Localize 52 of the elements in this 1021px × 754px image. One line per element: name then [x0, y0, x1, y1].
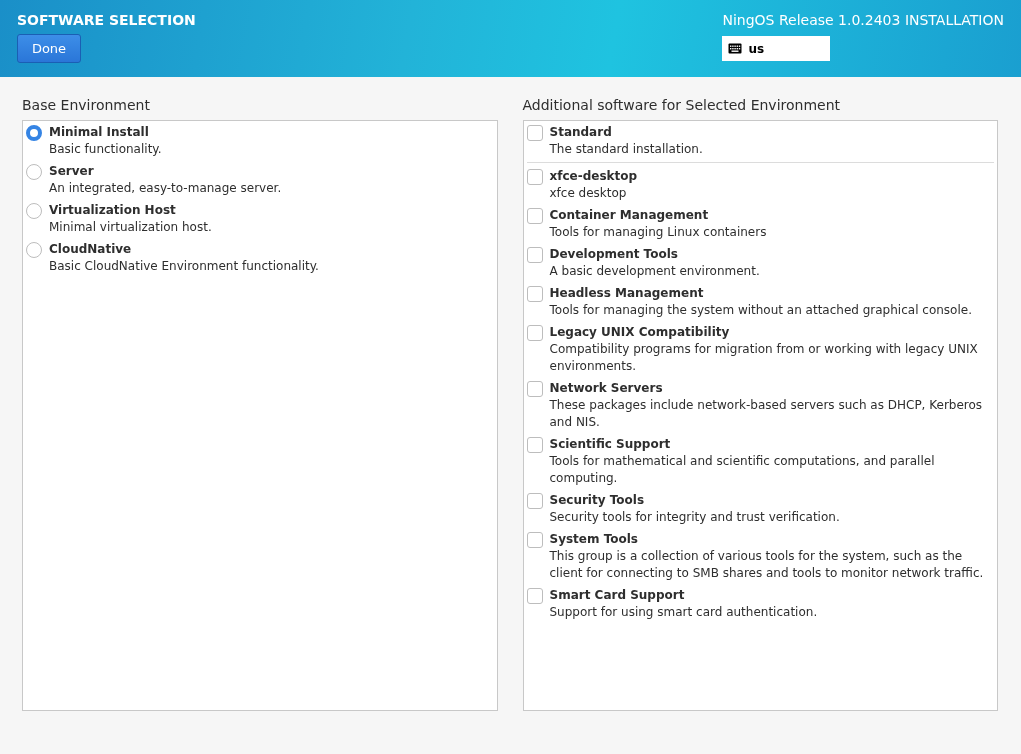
addon-name: System Tools — [549, 531, 639, 547]
radio-button[interactable] — [26, 164, 42, 180]
addon-description: The standard installation. — [549, 141, 703, 158]
addon-description: A basic development environment. — [549, 263, 760, 280]
radio-button[interactable] — [26, 203, 42, 219]
radio-button[interactable] — [26, 125, 42, 141]
page-title: SOFTWARE SELECTION — [17, 12, 196, 28]
addon-description: Tools for mathematical and scientific computations, and parallel computing. — [549, 453, 936, 487]
environment-description: An integrated, easy-to-manage server. — [49, 180, 282, 197]
addon-name: xfce-desktop — [549, 168, 638, 184]
environment-name: Minimal Install — [49, 124, 150, 140]
checkbox[interactable] — [526, 169, 543, 185]
product-title: NingOS Release 1.0.2403 INSTALLATION — [722, 12, 1004, 28]
checkbox[interactable] — [526, 437, 543, 453]
addon-name: Smart Card Support — [549, 587, 686, 603]
done-button[interactable]: Done — [17, 34, 81, 63]
addon-description: Security tools for integrity and trust verification. — [549, 509, 840, 526]
keyboard-layout-indicator[interactable]: us — [722, 36, 831, 61]
addon-description: These packages include network-based servers such as DHCP, Kerberos and NIS. — [549, 397, 984, 431]
environment-name: Server — [49, 163, 95, 179]
environment-description: Basic CloudNative Environment functionality. — [49, 258, 319, 275]
environment-description: Basic functionality. — [49, 141, 162, 158]
environment-name: CloudNative — [49, 241, 133, 257]
checkbox[interactable] — [526, 325, 543, 341]
addon-description: Tools for managing the system without an attached graphical console. — [549, 302, 972, 319]
section-heading: Base Environment — [22, 97, 151, 113]
addon-description: This group is a collection of various tools for the system, such as the client for connecting to SMB shares and tools to monitor network traffic. — [549, 548, 985, 582]
addon-name: Legacy UNIX Compatibility — [549, 324, 731, 340]
checkbox[interactable] — [526, 286, 543, 302]
addon-description: xfce desktop — [549, 185, 628, 202]
addon-description: Support for using smart card authentication. — [549, 604, 818, 621]
checkbox[interactable] — [526, 247, 543, 263]
addon-name: Standard — [549, 124, 613, 140]
addon-description: Tools for managing Linux containers — [549, 224, 767, 241]
checkbox[interactable] — [526, 493, 543, 509]
addon-name: Container Management — [549, 207, 710, 223]
environment-description: Minimal virtualization host. — [49, 219, 212, 236]
checkbox[interactable] — [526, 532, 543, 548]
addon-name: Headless Management — [549, 285, 705, 301]
environment-name: Virtualization Host — [49, 202, 177, 218]
addon-name: Network Servers — [549, 380, 664, 396]
section-heading: Additional software for Selected Environment — [522, 97, 842, 113]
checkbox[interactable] — [526, 208, 543, 224]
addon-name: Security Tools — [549, 492, 646, 508]
keyboard-icon — [728, 43, 743, 54]
checkbox[interactable] — [526, 588, 543, 604]
addon-name: Scientific Support — [549, 436, 672, 452]
addon-name: Development Tools — [549, 246, 679, 262]
radio-button[interactable] — [26, 242, 42, 258]
checkbox[interactable] — [526, 381, 543, 397]
checkbox[interactable] — [526, 125, 543, 141]
addon-description: Compatibility programs for migration from or working with legacy UNIX environments. — [549, 341, 979, 375]
